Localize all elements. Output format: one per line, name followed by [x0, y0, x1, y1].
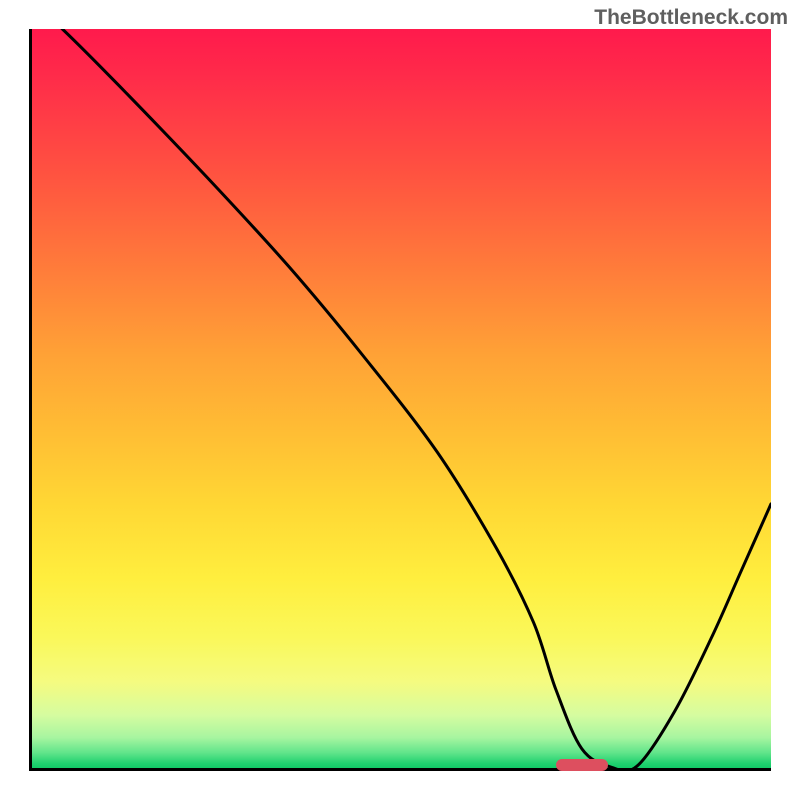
- watermark: TheBottleneck.com: [594, 6, 788, 30]
- bottleneck-chart: TheBottleneck.com: [0, 0, 800, 800]
- plot-area: [29, 29, 771, 771]
- gradient-background: [29, 29, 771, 771]
